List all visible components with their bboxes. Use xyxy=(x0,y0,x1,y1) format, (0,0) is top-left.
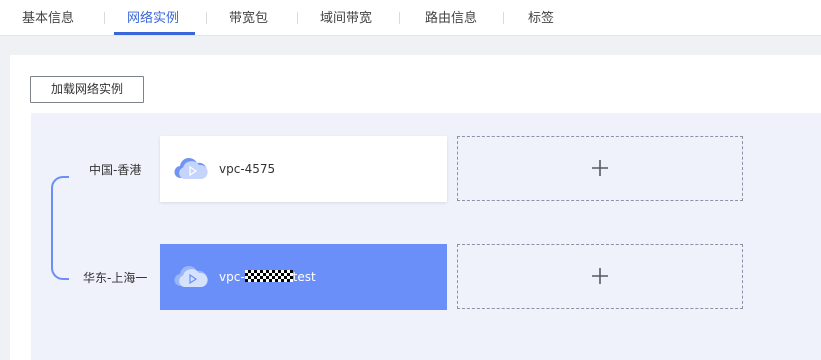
add-instance-slot[interactable] xyxy=(457,136,743,201)
tab-inter-region-bandwidth[interactable]: 域间带宽 xyxy=(320,0,372,35)
vpc-name-suffix: test xyxy=(292,270,316,284)
load-network-instance-button[interactable]: 加载网络实例 xyxy=(30,76,144,103)
vpc-cloud-icon xyxy=(174,158,208,179)
plus-icon xyxy=(592,160,608,176)
tab-bar: 基本信息 网络实例 带宽包 域间带宽 路由信息 标签 xyxy=(0,0,821,36)
tab-network-instances[interactable]: 网络实例 xyxy=(127,0,179,35)
region-label-hongkong: 中国-香港 xyxy=(89,163,142,177)
plus-icon xyxy=(592,268,608,284)
vpc-instance-name: vpc-test xyxy=(219,244,316,310)
region-label-shanghai: 华东-上海一 xyxy=(83,271,148,285)
redacted-mask xyxy=(244,270,293,282)
active-tab-indicator xyxy=(114,32,195,35)
tab-divider xyxy=(297,12,298,24)
vpc-instance-card[interactable]: vpc-4575 xyxy=(160,136,447,202)
vpc-instance-name: vpc-4575 xyxy=(219,162,276,176)
tab-basic-info[interactable]: 基本信息 xyxy=(22,0,74,35)
tab-route-info[interactable]: 路由信息 xyxy=(425,0,477,35)
vpc-name-prefix: vpc- xyxy=(219,270,245,284)
tab-divider xyxy=(206,12,207,24)
add-instance-slot[interactable] xyxy=(457,244,743,309)
tab-divider xyxy=(503,12,504,24)
tab-divider xyxy=(104,12,105,24)
vpc-cloud-icon xyxy=(174,266,208,287)
tab-divider xyxy=(399,12,400,24)
tab-bandwidth-package[interactable]: 带宽包 xyxy=(229,0,268,35)
region-group-bracket xyxy=(51,176,69,280)
tab-tags[interactable]: 标签 xyxy=(528,0,554,35)
vpc-instance-card-selected[interactable]: vpc-test xyxy=(160,244,447,310)
